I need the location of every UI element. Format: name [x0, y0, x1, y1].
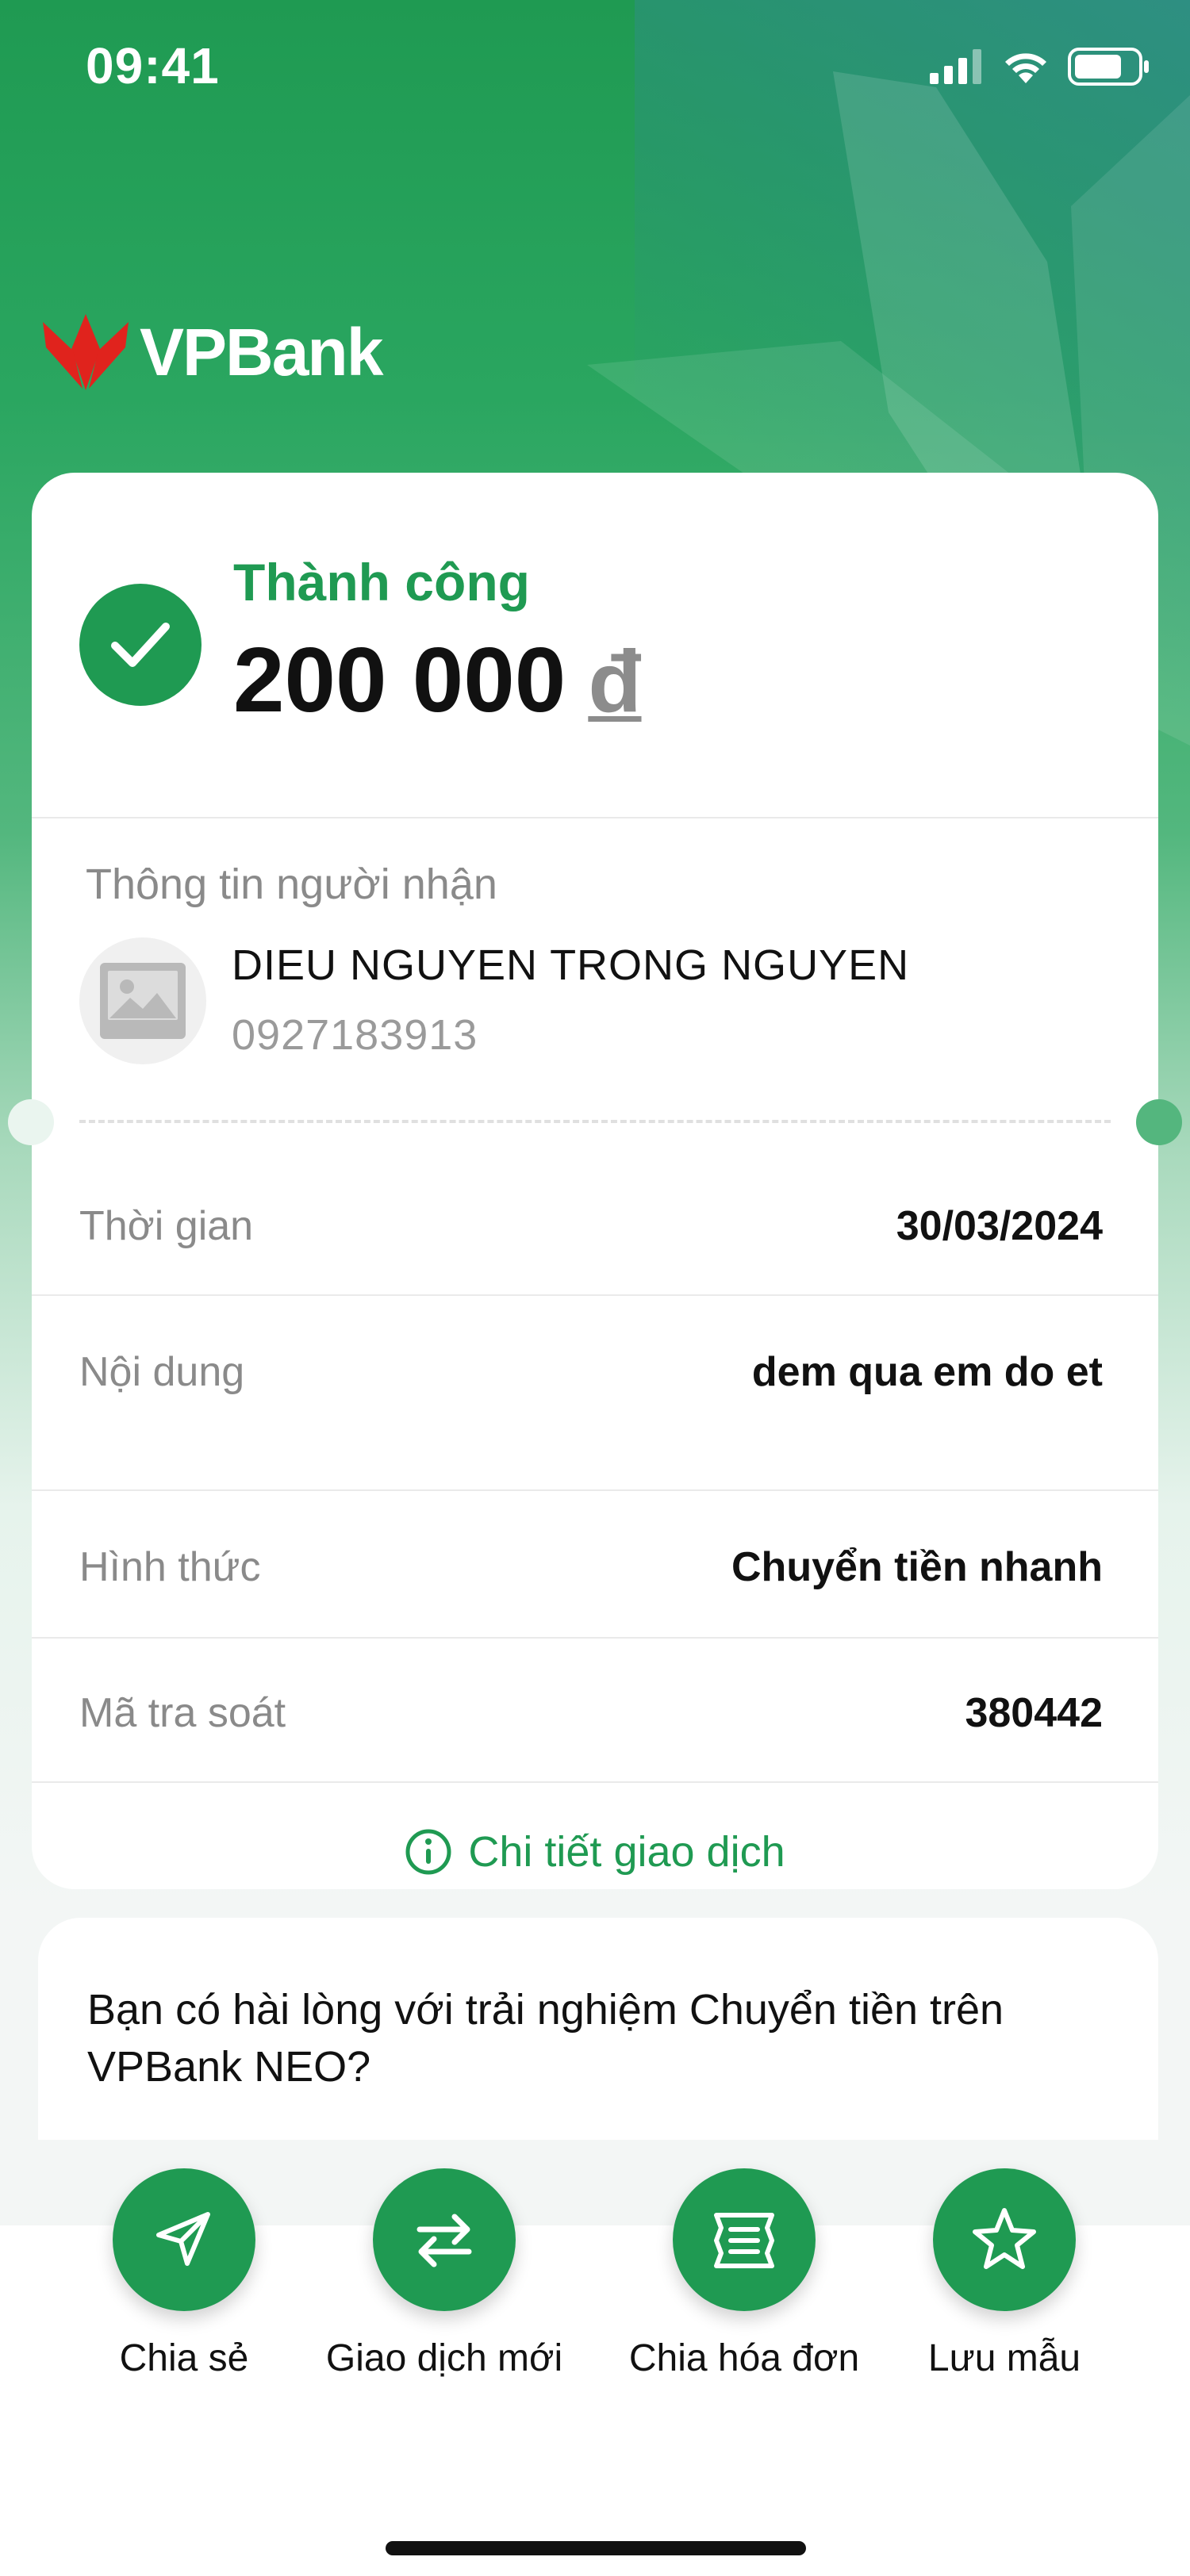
detail-label: Nội dung [79, 1349, 245, 1395]
transaction-receipt-card: Thành công 200 000 đ Thông tin người nhậ… [8, 473, 1182, 1889]
vpbank-flower-icon [43, 314, 129, 390]
save-template-action[interactable]: Lưu mẫu [838, 2168, 1171, 2380]
send-icon [156, 2212, 210, 2266]
detail-label: Thời gian [79, 1203, 254, 1249]
new-transaction-button[interactable] [373, 2168, 516, 2311]
recipient-name: DIEU NGUYEN TRONG NGUYEN [232, 941, 910, 989]
brand-name: VPBank [140, 314, 383, 389]
transaction-details-link[interactable]: Chi tiết giao dịch [32, 1827, 1158, 1876]
transaction-details-label: Chi tiết giao dịch [468, 1828, 785, 1876]
share-button[interactable] [113, 2168, 255, 2311]
wifi-icon [1005, 53, 1046, 83]
currency-symbol: đ [588, 633, 642, 730]
detail-value: 380442 [965, 1690, 1103, 1736]
image-placeholder-icon [100, 963, 186, 1039]
recipient-heading: Thông tin người nhận [86, 861, 497, 908]
home-indicator[interactable] [386, 2541, 806, 2555]
status-icons [930, 48, 1150, 86]
battery-icon [1068, 48, 1149, 86]
detail-label: Hình thức [79, 1544, 261, 1590]
detail-label: Mã tra soát [79, 1690, 286, 1736]
ticket-notch-right [1136, 1099, 1182, 1145]
amount-value: 200 000 [233, 628, 566, 731]
success-check-icon [79, 584, 202, 706]
recipient-avatar [79, 937, 206, 1064]
divider [32, 1781, 1158, 1783]
survey-question: Bạn có hài lòng với trải nghiệm Chuyển t… [87, 1986, 1004, 2091]
recipient-phone: 0927183913 [232, 1011, 478, 1059]
divider [32, 817, 1158, 818]
split-bill-label: Chia hóa đơn [628, 2337, 860, 2379]
receipt-icon [714, 2213, 774, 2268]
ticket-notch-left [8, 1099, 54, 1145]
status-time: 09:41 [86, 37, 220, 94]
new-transaction-action[interactable]: Giao dịch mới [278, 2168, 611, 2380]
detail-value: Chuyển tiền nhanh [731, 1544, 1103, 1590]
save-template-label: Lưu mẫu [927, 2337, 1081, 2379]
divider [32, 1637, 1158, 1639]
share-label: Chia sẻ [119, 2337, 249, 2379]
dashed-divider [79, 1120, 1111, 1123]
divider [32, 1294, 1158, 1296]
detail-value: 30/03/2024 [896, 1203, 1103, 1249]
signal-icon [930, 49, 981, 84]
star-icon [973, 2208, 1036, 2269]
detail-value: dem qua em do et [751, 1349, 1103, 1395]
save-template-button[interactable] [933, 2168, 1076, 2311]
vpbank-logo: VPBank [38, 311, 383, 393]
new-transaction-label: Giao dịch mới [325, 2337, 563, 2379]
transfer-amount: 200 000 đ [233, 627, 642, 733]
info-icon [405, 1829, 451, 1875]
swap-arrows-icon [416, 2214, 472, 2267]
status-label: Thành công [233, 553, 530, 611]
split-bill-button[interactable] [673, 2168, 816, 2311]
satisfaction-survey-card[interactable]: Bạn có hài lòng với trải nghiệm Chuyển t… [38, 1918, 1158, 2140]
divider [32, 1489, 1158, 1491]
